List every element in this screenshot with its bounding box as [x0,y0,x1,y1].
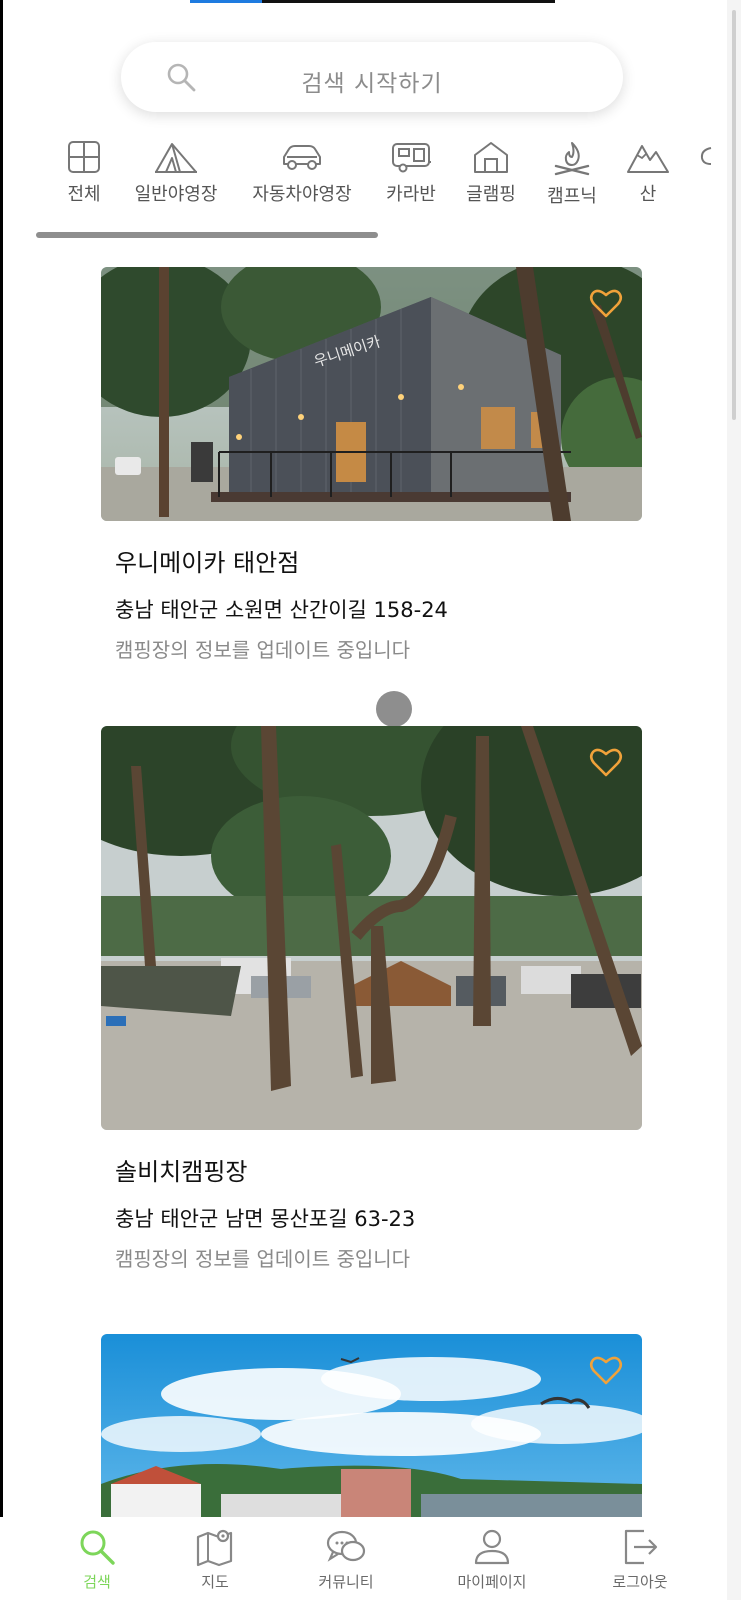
category-tab-car-camping[interactable]: 자동차야영장 [246,140,358,206]
category-label: 카라반 [386,184,436,205]
category-tab-campnic[interactable]: 캠프닉 [542,140,602,208]
nav-logout[interactable]: 로그아웃 [605,1527,675,1592]
category-label: 산 [639,184,657,205]
listing-name[interactable]: 솔비치캠핑장 [115,1152,642,1187]
window-edge [0,0,3,1600]
nav-label: 검색 [83,1573,111,1591]
partial-category-icon [700,147,712,165]
nav-label: 지도 [201,1573,229,1591]
category-tab-mountain[interactable]: 산 [623,140,673,206]
nav-search[interactable]: 검색 [72,1527,122,1592]
category-scroll-indicator [36,232,378,238]
category-tab-all[interactable]: 전체 [56,140,112,206]
listing-status: 캠핑장의 정보를 업데이트 중입니다 [115,1247,411,1271]
favorite-heart-icon[interactable] [588,744,624,780]
category-label: 자동차야영장 [252,184,352,205]
top-progress-fill [190,0,262,3]
category-label: 일반야영장 [134,184,218,205]
category-tab-caravan[interactable]: 카라반 [381,140,441,206]
nav-label: 마이페이지 [457,1573,527,1591]
house-icon [474,142,508,173]
nav-label: 로그아웃 [612,1573,668,1591]
listing-address: 충남 태안군 소원면 산간이길 158-24 [115,598,448,622]
favorite-heart-icon[interactable] [588,285,624,321]
listing-name[interactable]: 우니메이카 태안점 [115,543,642,578]
category-tab-more[interactable] [697,140,727,174]
listing-address: 충남 태안군 남면 몽산포길 63-23 [115,1207,416,1231]
search-icon [80,1530,115,1565]
listing-card[interactable] [101,1334,642,1518]
campsite-photo-caravan: 우니메이카 [101,267,642,521]
bottom-nav: 검색 지도 커뮤니티 마이페이지 로그아웃 [0,1517,727,1600]
campsite-photo-pine-forest [101,726,642,1130]
category-label: 글램핑 [466,184,516,205]
listing-photo[interactable]: 우니메이카 [101,267,642,521]
nav-community[interactable]: 커뮤니티 [311,1527,381,1592]
logout-icon [624,1529,658,1565]
chat-icon [326,1530,366,1562]
scrollbar-thumb[interactable] [732,10,736,420]
car-icon [283,145,321,170]
top-progress-bar [190,0,555,3]
category-label: 캠프닉 [547,186,597,207]
person-icon [474,1529,510,1565]
nav-mypage[interactable]: 마이페이지 [452,1527,532,1592]
tent-icon [155,143,197,173]
page-scrollbar[interactable] [727,0,741,1600]
campsite-photo-seaside-town [101,1334,642,1518]
scroll-position-indicator [376,691,412,727]
grid-icon [68,141,100,173]
category-tabs: 전체 일반야영장 자동차야영장 카라반 글램핑 캠프닉 산 [0,140,727,240]
category-tab-general-camping[interactable]: 일반야영장 [130,140,222,206]
search-bar[interactable]: 검색 시작하기 [121,42,623,112]
search-placeholder: 검색 시작하기 [301,71,443,97]
listing-card[interactable]: 우니메이카 우니메이카 태안점 충남 태안군 소원면 산간이길 158-24 캠… [101,267,642,663]
campfire-icon [554,142,590,176]
mountain-icon [627,145,669,173]
caravan-icon [392,143,431,173]
listing-photo[interactable] [101,1334,642,1518]
category-tab-glamping[interactable]: 글램핑 [461,140,521,206]
listing-status: 캠핑장의 정보를 업데이트 중입니다 [115,638,411,662]
listing-card[interactable]: 솔비치캠핑장 충남 태안군 남면 몽산포길 63-23 캠핑장의 정보를 업데이… [101,726,642,1272]
listing-photo[interactable] [101,726,642,1130]
category-label: 전체 [67,184,101,205]
favorite-heart-icon[interactable] [588,1352,624,1388]
nav-map[interactable]: 지도 [190,1527,240,1592]
map-icon [196,1529,233,1567]
nav-label: 커뮤니티 [318,1573,374,1591]
